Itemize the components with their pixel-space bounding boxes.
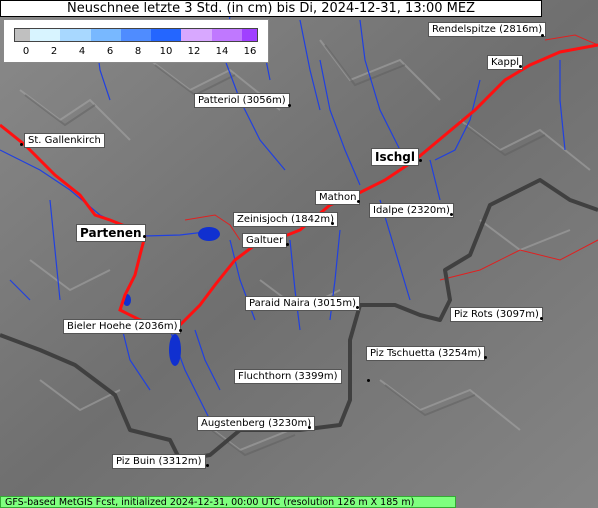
legend-color-bar — [14, 28, 258, 42]
place-label-piz-buin[interactable]: Piz Buin (3312m) — [112, 454, 206, 469]
place-label-fluchthorn[interactable]: Fluchthorn (3399m) — [234, 369, 342, 384]
legend-swatch-8 — [241, 29, 257, 41]
legend-tick: 12 — [187, 46, 201, 57]
place-dot — [450, 213, 453, 216]
place-label-piz-rots[interactable]: Piz Rots (3097m) — [450, 307, 543, 322]
terrain-layer — [0, 0, 598, 508]
legend-tick: 6 — [106, 46, 114, 57]
place-dot — [288, 104, 291, 107]
snow-map: Neuschnee letzte 3 Std. (in cm) bis Di, … — [0, 0, 598, 508]
legend-tick: 16 — [243, 46, 257, 57]
legend-tick: 8 — [134, 46, 142, 57]
legend-swatch-3 — [90, 29, 121, 41]
place-dot — [367, 379, 370, 382]
place-dot — [206, 464, 209, 467]
place-dot — [357, 200, 360, 203]
place-label-paraid-naira[interactable]: Paraid Naira (3015m) — [245, 296, 361, 311]
place-label-idalpe[interactable]: Idalpe (2320m) — [369, 203, 454, 218]
place-dot — [540, 317, 543, 320]
place-label-partenen[interactable]: Partenen — [76, 224, 146, 242]
place-dot — [308, 426, 311, 429]
place-label-rendelspitze[interactable]: Rendelspitze (2816m) — [428, 22, 547, 37]
place-dot — [484, 356, 487, 359]
place-label-mathon[interactable]: Mathon — [315, 190, 361, 205]
place-dot — [331, 222, 334, 225]
legend-tick: 14 — [215, 46, 229, 57]
place-dot — [541, 34, 544, 37]
legend-swatch-0 — [15, 29, 31, 41]
place-label-piz-tschuetta[interactable]: Piz Tschuetta (3254m) — [366, 346, 486, 361]
map-title: Neuschnee letzte 3 Std. (in cm) bis Di, … — [0, 0, 542, 17]
place-dot — [143, 235, 146, 238]
place-dot — [179, 329, 182, 332]
place-dot — [286, 243, 289, 246]
place-label-kappl[interactable]: Kappl — [487, 55, 523, 70]
lake-kops — [198, 227, 220, 241]
place-label-patteriol[interactable]: Patteriol (3056m) — [194, 93, 290, 108]
legend-swatch-6 — [181, 29, 212, 41]
place-dot — [519, 65, 522, 68]
legend-tick: 10 — [159, 46, 173, 57]
place-label-galtuer[interactable]: Galtuer — [242, 233, 288, 248]
legend-tick: 4 — [78, 46, 86, 57]
place-label-st-gallenkirch[interactable]: St. Gallenkirch — [24, 133, 105, 148]
place-label-bieler-hoehe[interactable]: Bieler Hoehe (2036m) — [63, 319, 182, 334]
place-label-augstenberg[interactable]: Augstenberg (3230m) — [197, 416, 316, 431]
lake-silvretta — [169, 334, 181, 366]
forecast-footer: GFS-based MetGIS Fcst, initialized 2024-… — [0, 496, 456, 508]
legend-swatch-2 — [60, 29, 91, 41]
snow-legend: 0 2 4 6 8 10 12 14 16 — [3, 19, 269, 63]
place-dot — [356, 306, 359, 309]
legend-tick: 0 — [22, 46, 30, 57]
legend-swatch-5 — [151, 29, 182, 41]
legend-swatch-4 — [120, 29, 152, 41]
place-label-zeinisjoch[interactable]: Zeinisjoch (1842m) — [233, 212, 339, 227]
legend-tick: 2 — [50, 46, 58, 57]
legend-swatch-7 — [211, 29, 242, 41]
place-dot — [20, 143, 23, 146]
place-dot — [419, 159, 422, 162]
place-label-ischgl[interactable]: Ischgl — [371, 148, 419, 166]
legend-swatch-1 — [30, 29, 61, 41]
